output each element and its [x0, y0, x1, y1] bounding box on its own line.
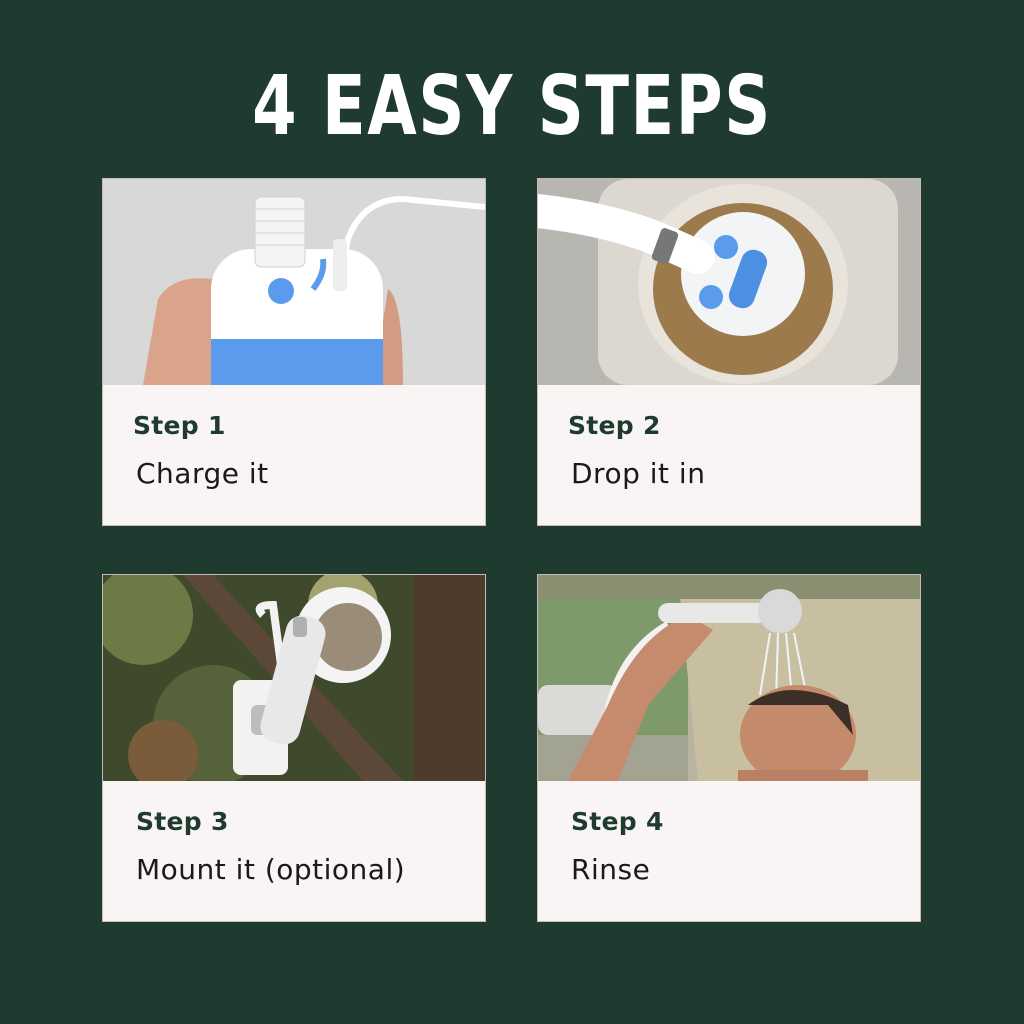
- step-card-3: Step 3 Mount it (optional): [102, 574, 486, 922]
- step-1-label: Step 1: [133, 411, 226, 440]
- step-2-text: Drop it in: [571, 457, 706, 490]
- step-1-text: Charge it: [136, 457, 269, 490]
- step-2-label: Step 2: [568, 411, 661, 440]
- step-2-photo: [538, 179, 920, 385]
- step-4-text: Rinse: [571, 853, 651, 886]
- step-card-4: Step 4 Rinse: [537, 574, 921, 922]
- step-card-2: Step 2 Drop it in: [537, 178, 921, 526]
- step-1-photo: [103, 179, 485, 385]
- step-card-1: Step 1 Charge it: [102, 178, 486, 526]
- step-4-photo: [538, 575, 920, 781]
- step-3-text: Mount it (optional): [136, 853, 406, 886]
- step-4-label: Step 4: [571, 807, 664, 836]
- step-3-photo: [103, 575, 485, 781]
- page-title: 4 EASY STEPS: [252, 59, 772, 154]
- step-3-label: Step 3: [136, 807, 229, 836]
